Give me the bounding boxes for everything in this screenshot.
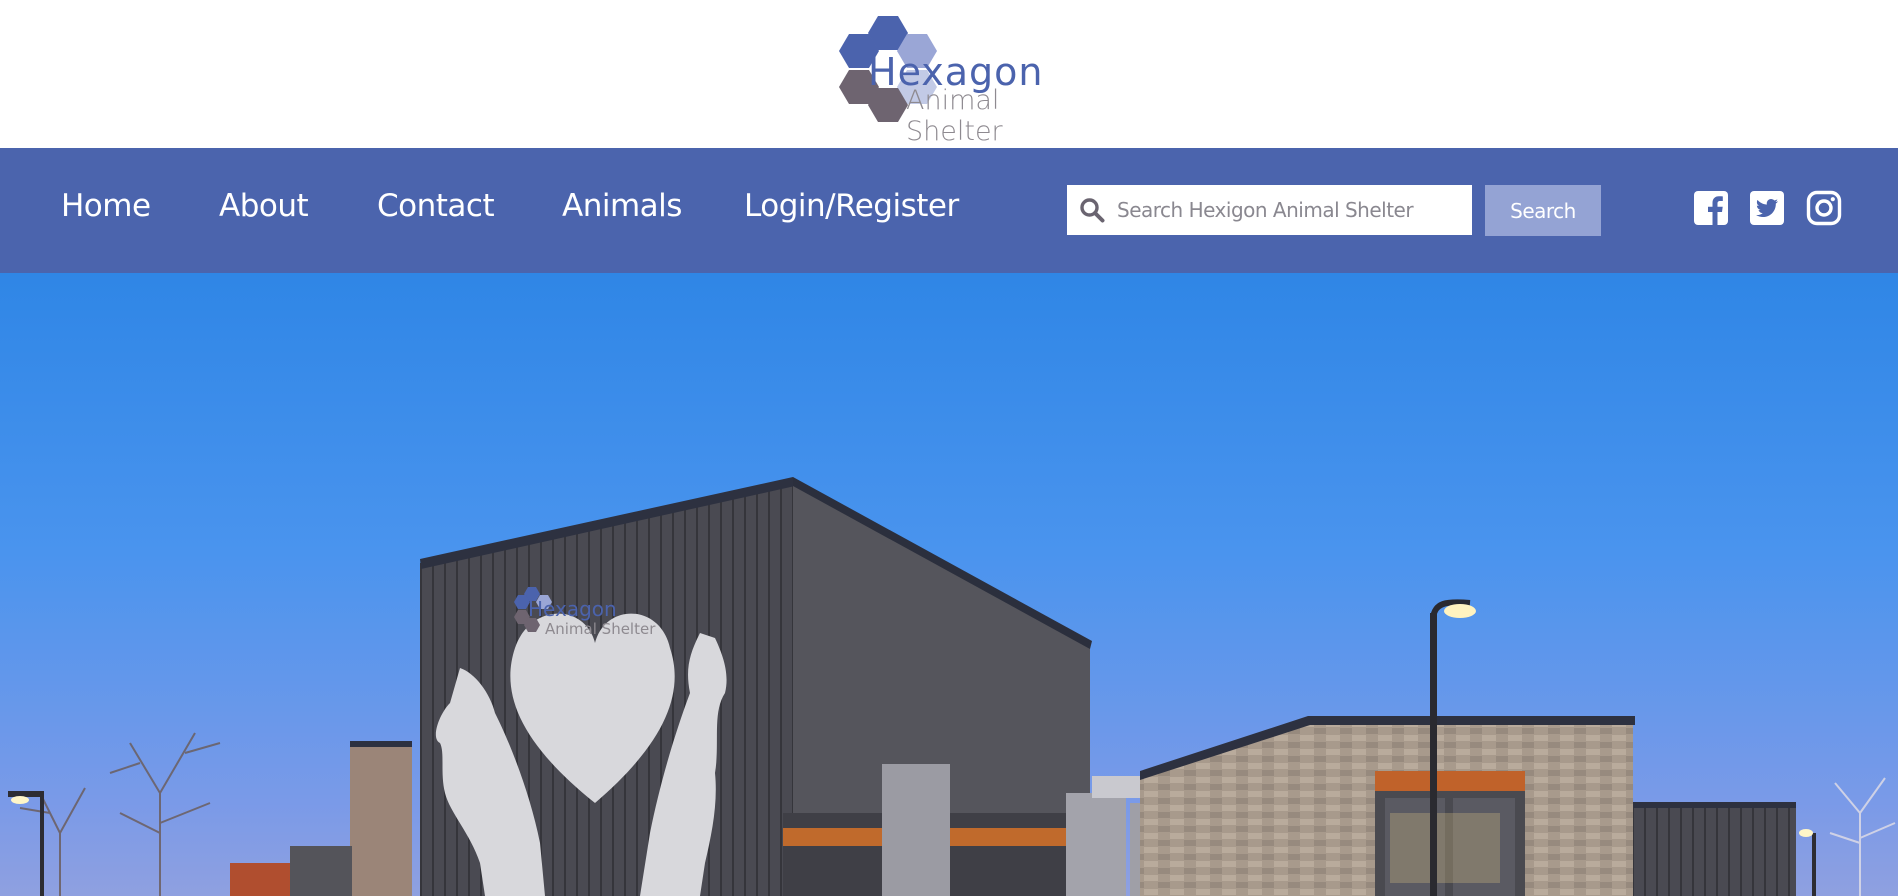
search-icon: [1080, 198, 1105, 223]
sign-subtitle: Animal Shelter: [545, 620, 656, 638]
hero-banner: Hexagon Animal Shelter: [0, 273, 1898, 896]
instagram-icon[interactable]: [1806, 190, 1842, 226]
site-header: Hexagon Animal Shelter: [0, 0, 1898, 148]
search-button[interactable]: Search: [1485, 185, 1601, 236]
nav-home[interactable]: Home: [61, 188, 151, 224]
nav-animals[interactable]: Animals: [562, 188, 682, 224]
main-navbar: Home About Contact Animals Login/Registe…: [0, 148, 1898, 273]
logo-subtitle: Animal Shelter: [906, 85, 1003, 147]
sign-name: Hexagon: [528, 597, 617, 621]
search-box: [1067, 185, 1472, 235]
site-logo[interactable]: Hexagon Animal Shelter: [820, 12, 1080, 147]
search-input[interactable]: [1117, 185, 1462, 235]
nav-about[interactable]: About: [219, 188, 309, 224]
nav-contact[interactable]: Contact: [377, 188, 495, 224]
nav-login-register[interactable]: Login/Register: [744, 188, 959, 224]
facebook-icon[interactable]: [1693, 190, 1729, 226]
twitter-icon[interactable]: [1749, 190, 1785, 226]
shelter-building-image: Hexagon Animal Shelter: [0, 273, 1898, 896]
